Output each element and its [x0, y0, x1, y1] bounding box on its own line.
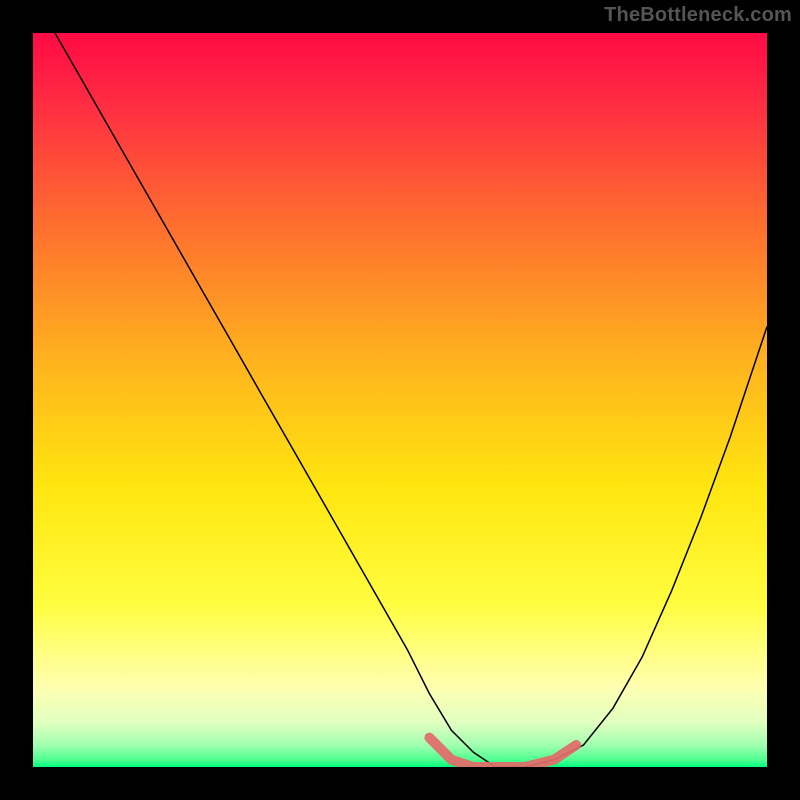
sweet-spot-highlight — [429, 738, 576, 767]
plot-area — [33, 33, 767, 767]
chart-frame: TheBottleneck.com — [0, 0, 800, 800]
watermark-text: TheBottleneck.com — [604, 4, 792, 27]
bottleneck-curve — [33, 33, 767, 767]
curve-layer — [33, 33, 767, 767]
